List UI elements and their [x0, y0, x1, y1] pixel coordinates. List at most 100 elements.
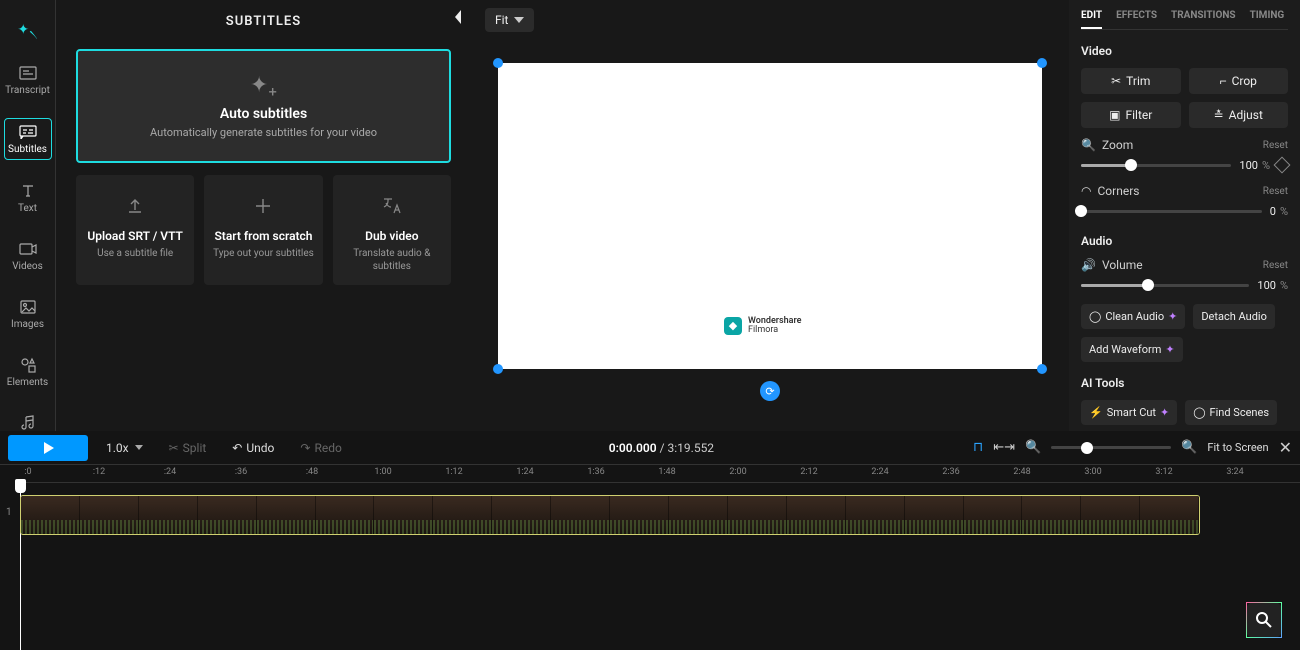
- videos-icon: [18, 240, 38, 258]
- ai-section-heading: AI Tools: [1081, 376, 1288, 390]
- fit-label: Fit: [495, 13, 508, 27]
- volume-value: 100: [1257, 279, 1276, 292]
- video-frame[interactable]: ◆ Wondershare Filmora: [498, 63, 1042, 369]
- speed-dropdown[interactable]: 1.0x: [98, 438, 151, 458]
- sidebar-label: Images: [11, 319, 44, 330]
- dub-video-card[interactable]: Dub video Translate audio & subtitles: [333, 175, 451, 285]
- time-display: 0:00.000 / 3:19.552: [360, 441, 963, 455]
- search-fab[interactable]: [1246, 602, 1282, 638]
- reload-icon[interactable]: ⟳: [760, 381, 780, 401]
- card-desc: Type out your subtitles: [210, 247, 316, 260]
- fit-dropdown[interactable]: Fit: [485, 8, 534, 32]
- ruler-tick: 1:12: [445, 467, 462, 477]
- sidebar-item-videos[interactable]: Videos: [4, 236, 52, 276]
- tab-timing[interactable]: TIMING: [1250, 6, 1285, 29]
- audio-icon: [18, 414, 38, 432]
- track-number: 1: [6, 507, 12, 518]
- sidebar-item-subtitles[interactable]: Subtitles: [4, 118, 52, 160]
- sidebar-item-text[interactable]: Text: [4, 178, 52, 218]
- sparkle-icon: ✦₊: [88, 73, 439, 98]
- detach-audio-button[interactable]: Detach Audio: [1193, 304, 1275, 329]
- properties-panel: EDIT EFFECTS TRANSITIONS TIMING Video ✂T…: [1069, 0, 1300, 431]
- add-waveform-button[interactable]: Add Waveform✦: [1081, 337, 1183, 362]
- slider-thumb[interactable]: [1081, 442, 1093, 454]
- sidebar-item-images[interactable]: Images: [4, 294, 52, 334]
- zoom-label: Zoom: [1102, 138, 1133, 152]
- redo-button[interactable]: ↷Redo: [292, 438, 349, 458]
- smart-cut-button[interactable]: ⚡Smart Cut✦: [1081, 400, 1177, 425]
- corners-reset[interactable]: Reset: [1263, 186, 1288, 197]
- sidebar-item-transcript[interactable]: Transcript: [4, 60, 52, 100]
- close-timeline-icon[interactable]: ✕: [1279, 438, 1292, 457]
- sidebar-label: Text: [18, 203, 37, 214]
- slider-thumb[interactable]: [1125, 159, 1137, 171]
- images-icon: [18, 298, 38, 316]
- video-clip[interactable]: [20, 495, 1200, 535]
- ruler-tick: :48: [306, 467, 318, 477]
- collapse-panel-icon[interactable]: [453, 10, 463, 24]
- current-time: 0:00.000: [609, 441, 657, 455]
- properties-tabs: EDIT EFFECTS TRANSITIONS TIMING: [1081, 0, 1288, 30]
- tab-edit[interactable]: EDIT: [1081, 6, 1102, 29]
- volume-slider[interactable]: [1081, 284, 1249, 287]
- zoom-icon: 🔍: [1081, 138, 1096, 152]
- spinner-icon: ◯: [1089, 310, 1101, 323]
- undo-icon: ↶: [232, 441, 242, 455]
- slider-thumb[interactable]: [1142, 279, 1154, 291]
- corners-slider[interactable]: [1081, 210, 1262, 213]
- volume-reset[interactable]: Reset: [1263, 260, 1288, 271]
- zoom-out-icon[interactable]: 🔍: [1025, 440, 1041, 455]
- ruler-tick: 1:48: [658, 467, 675, 477]
- filter-icon: ▣: [1109, 108, 1120, 122]
- snap-icon[interactable]: ⇤⇥: [993, 440, 1015, 455]
- fit-to-screen-button[interactable]: Fit to Screen: [1207, 441, 1268, 454]
- card-desc: Use a subtitle file: [82, 247, 188, 260]
- resize-handle[interactable]: [493, 364, 503, 374]
- magnet-icon[interactable]: ⊓: [973, 440, 983, 455]
- corners-icon: ◠: [1081, 184, 1091, 198]
- tool-sidebar: ✦৲ Transcript Subtitles Text Videos: [0, 0, 56, 431]
- canvas-area: Fit ◆ Wondershare Filmora ⟳: [471, 0, 1069, 431]
- auto-subtitles-card[interactable]: ✦₊ Auto subtitles Automatically generate…: [76, 49, 451, 163]
- zoom-in-icon[interactable]: 🔍: [1181, 440, 1197, 455]
- ruler-tick: 2:00: [729, 467, 746, 477]
- ruler-tick: 1:36: [587, 467, 604, 477]
- slider-thumb[interactable]: [1075, 205, 1087, 217]
- play-button[interactable]: [8, 435, 88, 461]
- resize-handle[interactable]: [493, 58, 503, 68]
- resize-handle[interactable]: [1037, 364, 1047, 374]
- transcript-icon: [18, 64, 38, 82]
- crop-button[interactable]: ⌐Crop: [1189, 68, 1289, 94]
- trim-icon: ✂: [1111, 74, 1121, 88]
- bolt-icon: ⚡: [1089, 406, 1103, 419]
- auto-subtitles-title: Auto subtitles: [88, 106, 439, 122]
- card-title: Start from scratch: [210, 229, 316, 243]
- adjust-button[interactable]: ≛Adjust: [1189, 102, 1289, 128]
- timeline-zoom-slider[interactable]: [1051, 446, 1171, 449]
- search-icon: [1255, 611, 1273, 629]
- duration: 3:19.552: [668, 441, 715, 455]
- zoom-reset[interactable]: Reset: [1263, 140, 1288, 151]
- sidebar-label: Elements: [7, 377, 48, 388]
- start-from-scratch-card[interactable]: Start from scratch Type out your subtitl…: [204, 175, 322, 285]
- filter-button[interactable]: ▣Filter: [1081, 102, 1181, 128]
- zoom-slider[interactable]: [1081, 164, 1231, 167]
- ruler-tick: :12: [93, 467, 105, 477]
- undo-button[interactable]: ↶Undo: [224, 438, 282, 458]
- upload-srt-card[interactable]: Upload SRT / VTT Use a subtitle file: [76, 175, 194, 285]
- sidebar-label: Videos: [12, 261, 43, 272]
- tab-effects[interactable]: EFFECTS: [1116, 6, 1157, 29]
- trim-button[interactable]: ✂Trim: [1081, 68, 1181, 94]
- find-scenes-button[interactable]: ◯Find Scenes: [1185, 400, 1277, 425]
- ruler-tick: 2:36: [942, 467, 959, 477]
- app-logo-icon: ✦৲: [17, 18, 37, 42]
- resize-handle[interactable]: [1037, 58, 1047, 68]
- tab-transitions[interactable]: TRANSITIONS: [1171, 6, 1236, 29]
- sidebar-item-elements[interactable]: Elements: [4, 352, 52, 392]
- corners-value: 0: [1270, 205, 1276, 218]
- clean-audio-button[interactable]: ◯Clean Audio✦: [1081, 304, 1185, 329]
- volume-icon: 🔊: [1081, 258, 1096, 272]
- timeline-ruler[interactable]: :0:12:24:36:481:001:121:241:361:482:002:…: [20, 465, 1300, 483]
- split-button[interactable]: ✂Split: [161, 438, 215, 458]
- keyframe-icon[interactable]: [1274, 157, 1291, 174]
